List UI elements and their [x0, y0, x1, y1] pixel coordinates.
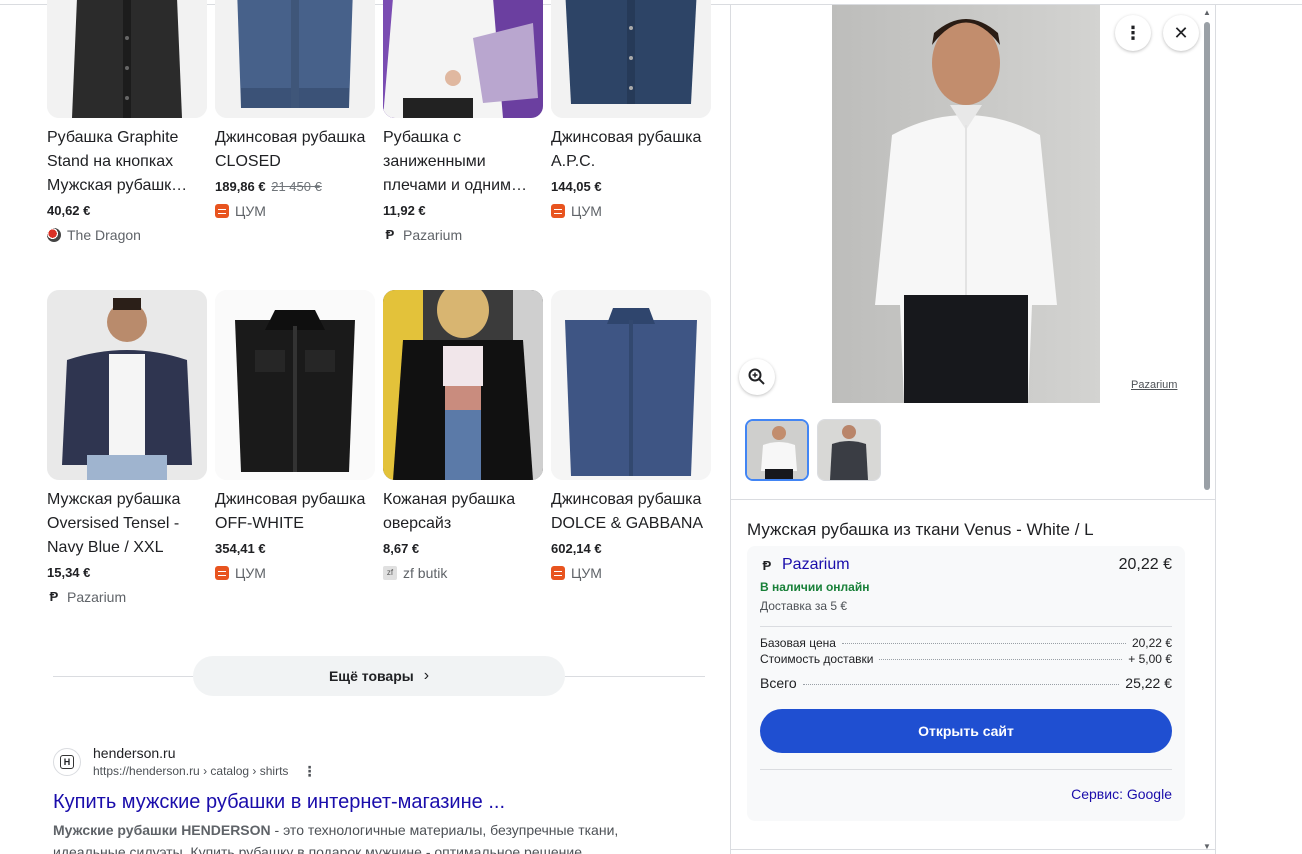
more-products-button[interactable]: Ещё товары ›	[193, 656, 565, 696]
open-site-button[interactable]: Открыть сайт	[760, 709, 1172, 753]
divider	[731, 499, 1215, 500]
close-button[interactable]: ✕	[1163, 15, 1199, 51]
divider	[760, 626, 1172, 627]
product-seller: ЦУМ	[215, 202, 375, 220]
product-price: 8,67 €	[383, 541, 420, 556]
chevron-right-icon: ›	[423, 667, 430, 684]
product-price: 15,34 €	[47, 565, 91, 580]
product-title[interactable]: Джинсовая рубашка A.P.C.	[551, 126, 711, 174]
product-price: 189,86 € 21 450 €	[215, 179, 322, 194]
result-header: H henderson.ru https://henderson.ru › ca…	[53, 744, 693, 780]
product-image[interactable]	[215, 0, 375, 118]
price-row-shipping: Стоимость доставки + 5,00 €	[760, 652, 1172, 666]
dragon-logo-icon	[47, 228, 61, 242]
result-snippet: Мужские рубашки HENDERSON - это технолог…	[53, 822, 619, 854]
zoom-button[interactable]	[739, 359, 775, 395]
product-card[interactable]: Джинсовая рубашка OFF-WHITE 354,41 € ЦУМ	[215, 290, 375, 582]
offer-price: 20,22 €	[1118, 556, 1172, 573]
tsum-logo-icon	[551, 204, 565, 218]
availability-status: В наличии онлайн	[760, 580, 870, 594]
divider	[760, 769, 1172, 770]
product-title[interactable]: Джинсовая рубашка OFF-WHITE	[215, 488, 375, 536]
product-price: 354,41 €	[215, 541, 266, 556]
zoom-in-icon	[748, 368, 765, 385]
product-image[interactable]	[383, 0, 543, 118]
product-image[interactable]	[551, 0, 711, 118]
product-seller: zf zf butik	[383, 564, 543, 582]
search-result: H henderson.ru https://henderson.ru › ca…	[53, 744, 693, 854]
price-row-base: Базовая цена 20,22 €	[760, 636, 1172, 650]
zf-butik-logo-icon: zf	[383, 566, 397, 580]
pazarium-logo-icon: Ᵽ	[49, 589, 59, 604]
pazarium-logo-icon: Ᵽ	[385, 227, 395, 242]
tsum-logo-icon	[551, 566, 565, 580]
product-card[interactable]: Джинсовая рубашка A.P.C. 144,05 € ЦУМ	[551, 0, 711, 220]
product-image[interactable]	[47, 290, 207, 480]
product-price: 40,62 €	[47, 203, 91, 218]
result-url[interactable]: https://henderson.ru › catalog › shirts …	[93, 762, 316, 780]
shipping-info: Доставка за 5 €	[760, 599, 848, 613]
old-price: 21 450 €	[271, 179, 322, 194]
product-image[interactable]	[215, 290, 375, 480]
product-detail-panel: ⋮ ✕ Pazarium Мужская рубашка из ткани Ve…	[730, 4, 1216, 854]
more-vert-icon: ⋮	[1124, 22, 1142, 43]
thumbnail-2[interactable]	[817, 419, 881, 481]
more-options-icon[interactable]: ⋮	[302, 762, 316, 780]
image-source-link[interactable]: Pazarium	[1131, 379, 1177, 391]
offer-header: Ᵽ Pazarium 20,22 €	[760, 556, 1172, 574]
scroll-up-arrow-icon[interactable]: ▲	[1203, 8, 1211, 17]
product-title[interactable]: Джинсовая рубашка DOLCE & GABBANA	[551, 488, 711, 536]
price-row-total: Всего 25,22 €	[760, 675, 1172, 691]
product-card[interactable]: Джинсовая рубашка DOLCE & GABBANA 602,14…	[551, 290, 711, 582]
pazarium-logo-icon: Ᵽ	[762, 557, 772, 573]
product-seller: ЦУМ	[551, 202, 711, 220]
product-title[interactable]: Мужская рубашка Oversised Tensel - Navy …	[47, 488, 207, 560]
tsum-logo-icon	[215, 566, 229, 580]
product-image[interactable]	[47, 0, 207, 118]
product-title[interactable]: Джинсовая рубашка CLOSED	[215, 126, 375, 174]
service-google-link[interactable]: Сервис: Google	[760, 786, 1172, 802]
close-icon: ✕	[1173, 22, 1189, 43]
product-seller: ЦУМ	[551, 564, 711, 582]
divider	[731, 849, 1215, 850]
scroll-down-arrow-icon[interactable]: ▼	[1203, 842, 1211, 851]
product-price: 11,92 €	[383, 203, 426, 218]
more-options-button[interactable]: ⋮	[1115, 15, 1151, 51]
result-title-link[interactable]: Купить мужские рубашки в интернет-магази…	[53, 789, 693, 815]
product-image[interactable]	[383, 290, 543, 480]
offer-seller-link[interactable]: Ᵽ Pazarium	[760, 556, 850, 574]
offer-card: Ᵽ Pazarium 20,22 € В наличии онлайн Дост…	[747, 546, 1185, 821]
product-seller: The Dragon	[47, 226, 207, 244]
tsum-logo-icon	[215, 204, 229, 218]
product-price: 144,05 €	[551, 179, 602, 194]
product-card[interactable]: Рубашка с заниженными плечами и одним… 1…	[383, 0, 543, 244]
product-title[interactable]: Кожаная рубашка оверсайз	[383, 488, 543, 536]
image-thumbnails	[745, 419, 881, 481]
thumbnail-1[interactable]	[745, 419, 809, 481]
product-image[interactable]	[551, 290, 711, 480]
product-price: 602,14 €	[551, 541, 602, 556]
product-title: Мужская рубашка из ткани Venus - White /…	[747, 520, 1094, 539]
product-title[interactable]: Рубашка Graphite Stand на кнопках Мужска…	[47, 126, 207, 198]
product-card[interactable]: Рубашка Graphite Stand на кнопках Мужска…	[47, 0, 207, 244]
product-hero-image[interactable]	[832, 5, 1100, 403]
product-card[interactable]: Кожаная рубашка оверсайз 8,67 € zf zf but…	[383, 290, 543, 582]
product-seller: ЦУМ	[215, 564, 375, 582]
page: Рубашка Graphite Stand на кнопках Мужска…	[0, 0, 1302, 854]
panel-scrollbar[interactable]	[1204, 22, 1210, 490]
product-seller: Ᵽ Pazarium	[383, 226, 543, 244]
product-card[interactable]: Джинсовая рубашка CLOSED 189,86 € 21 450…	[215, 0, 375, 220]
result-site-name[interactable]: henderson.ru	[93, 744, 316, 762]
product-seller: Ᵽ Pazarium	[47, 588, 207, 606]
site-favicon[interactable]: H	[53, 748, 81, 776]
product-card[interactable]: Мужская рубашка Oversised Tensel - Navy …	[47, 290, 207, 606]
product-title[interactable]: Рубашка с заниженными плечами и одним…	[383, 126, 543, 198]
